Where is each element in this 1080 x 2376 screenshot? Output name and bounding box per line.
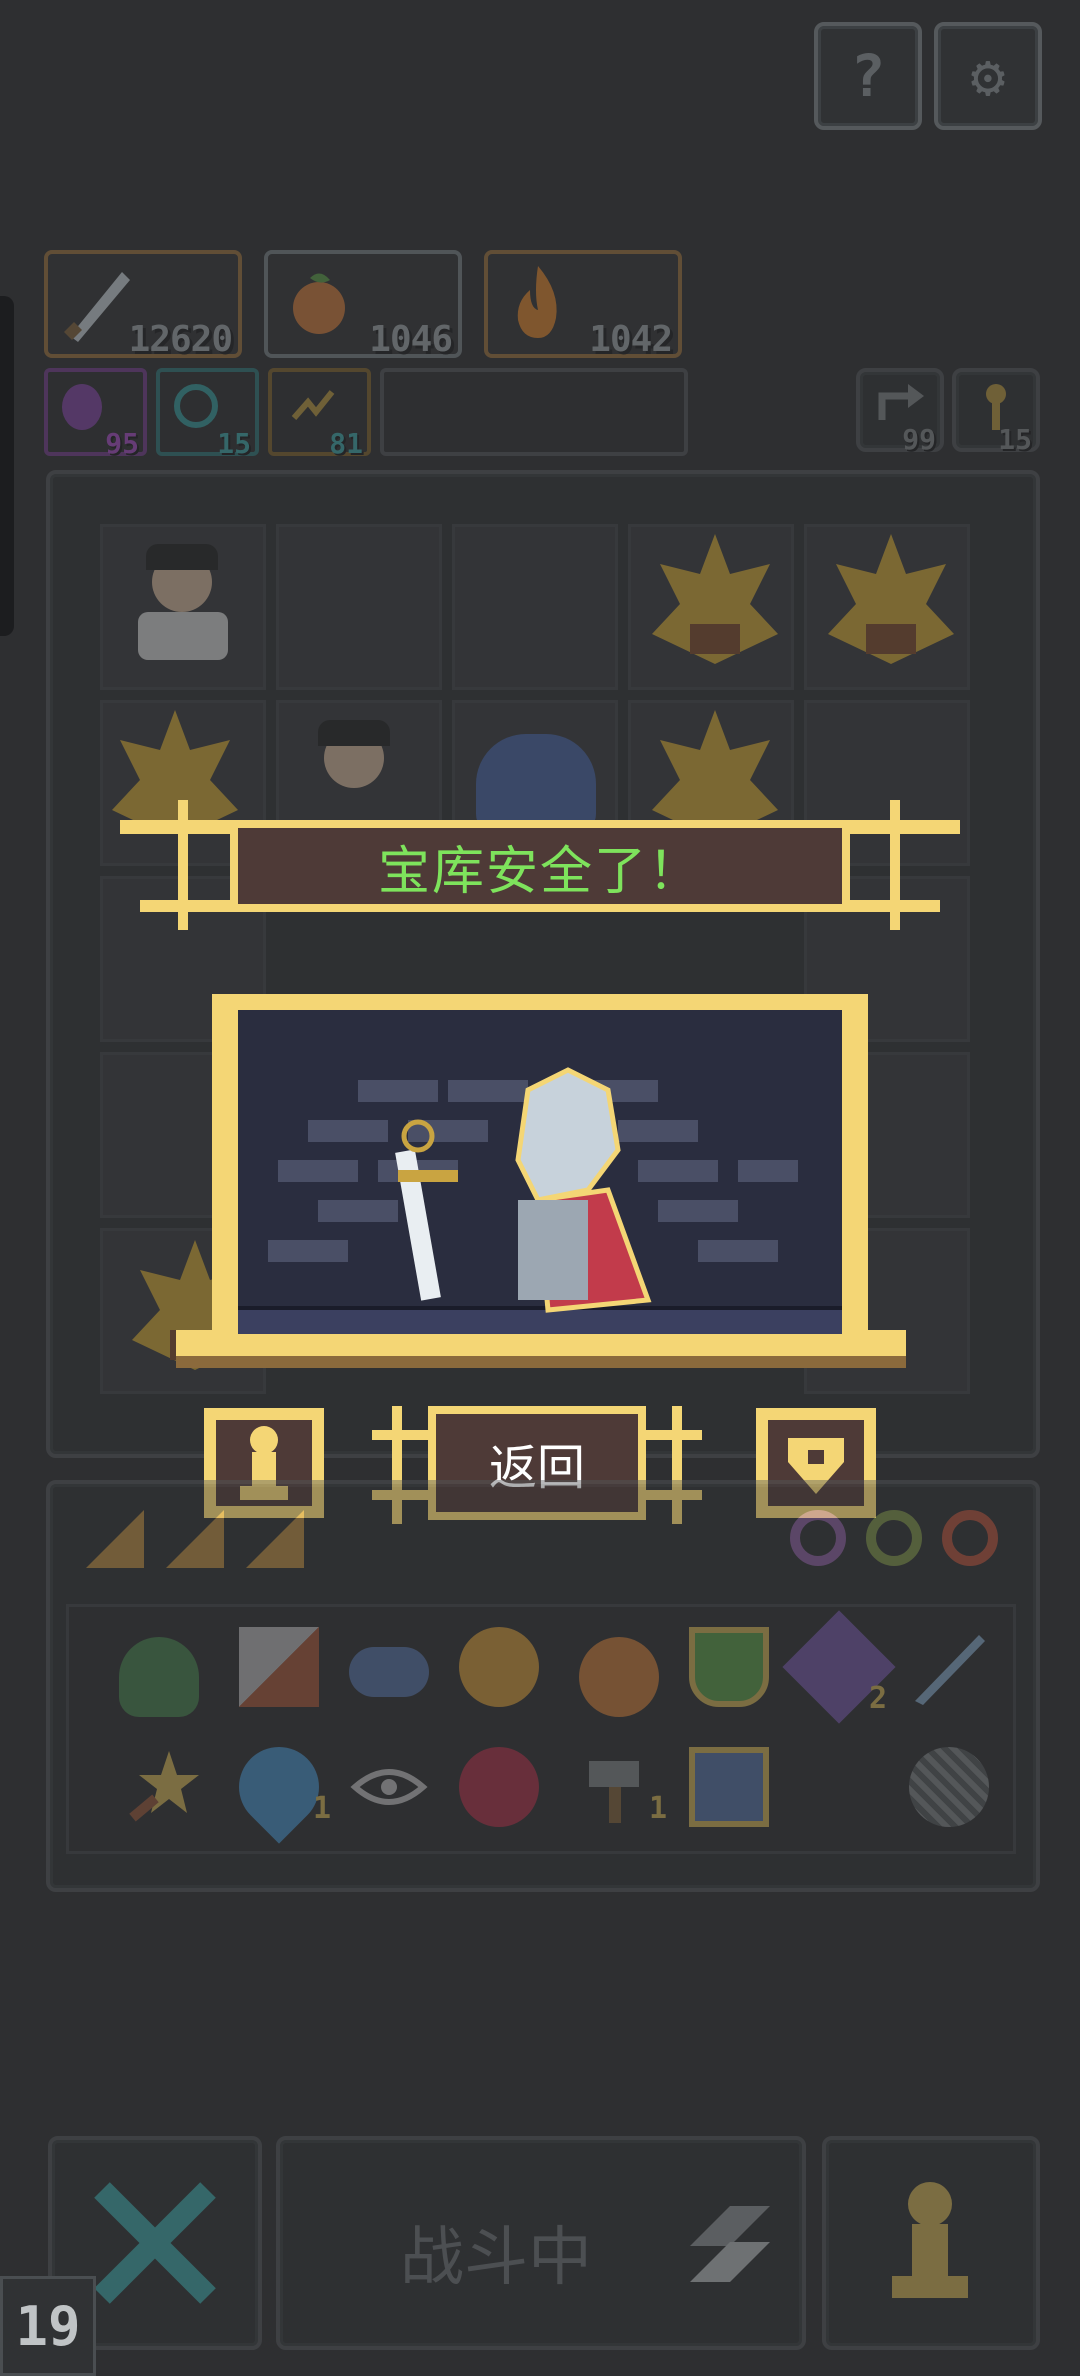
water-drop-count: 1 (313, 1791, 332, 1826)
purple-orb-icon (62, 384, 102, 430)
resource-bar: 12620 1046 1042 (44, 250, 684, 360)
sword-resource: 12620 (44, 250, 242, 360)
purple-ring-icon[interactable] (790, 1510, 846, 1566)
hair-icon (318, 720, 390, 746)
fruit-icon (293, 273, 345, 334)
lightning-slot: 81 (268, 368, 371, 460)
spiky-monster-icon[interactable] (650, 534, 780, 674)
purple-orb-value: 95 (105, 427, 139, 460)
return-value: 99 (902, 423, 936, 456)
triangle-icon[interactable] (160, 1504, 230, 1574)
mini-resource-bar: 95 15 81 (44, 368, 688, 460)
fruit-resource: 1046 (264, 250, 462, 360)
swap-arrow-icon (690, 2206, 770, 2282)
dagger-icon[interactable] (909, 1627, 989, 1707)
fruit-icon[interactable] (579, 1637, 659, 1717)
fire-value: 1042 (589, 319, 673, 360)
green-ring-icon[interactable] (866, 1510, 922, 1566)
pawn-action-button[interactable] (822, 2136, 1040, 2350)
ring-slots (790, 1504, 1010, 1584)
settings-button[interactable]: ⚙ (934, 22, 1042, 130)
potion-icon[interactable] (689, 1627, 769, 1707)
key-counter: 15 (952, 368, 1040, 456)
fire-icon (517, 266, 557, 338)
title-banner: 宝库安全了！ (120, 800, 960, 930)
mesh-ball-icon[interactable] (909, 1747, 989, 1827)
empty-status-slot (380, 368, 688, 456)
star-wand-icon[interactable] (119, 1747, 199, 1827)
red-ring-icon[interactable] (942, 1510, 998, 1566)
banner-panel: 宝库安全了！ (230, 820, 850, 912)
inventory-panel: 2 1 1 (46, 1480, 1040, 1892)
goggles-icon[interactable] (349, 1647, 429, 1697)
hair-icon (146, 544, 218, 570)
crystal-ball-icon[interactable] (459, 1747, 539, 1827)
slot-row-top (80, 1504, 380, 1584)
honey-pot-icon[interactable] (459, 1627, 539, 1707)
water-drop-icon[interactable] (222, 1730, 336, 1844)
helmet-icon[interactable] (119, 1637, 199, 1717)
board-cell[interactable] (276, 524, 442, 690)
chest-armor-icon[interactable] (689, 1747, 769, 1827)
lightning-value: 81 (329, 427, 363, 460)
counter-group: 99 15 (856, 368, 1040, 458)
return-counter: 99 (856, 368, 944, 456)
board-cell[interactable] (452, 524, 618, 690)
close-icon (94, 2182, 216, 2304)
scholar-unit[interactable] (128, 544, 238, 664)
spiral-icon (174, 384, 218, 428)
triangle-icon[interactable] (240, 1504, 310, 1574)
spiky-monster-icon[interactable] (826, 534, 956, 674)
robe-icon (138, 612, 228, 660)
trident-count: 2 (869, 1681, 888, 1716)
gear-icon: ⚙ (970, 42, 1006, 110)
scroll-icon[interactable] (239, 1627, 319, 1707)
dialog-title: 宝库安全了！ (377, 841, 702, 902)
battle-status: 战斗中 (400, 2221, 592, 2295)
eye-glyph-icon[interactable] (349, 1757, 429, 1817)
purple-orb-slot: 95 (44, 368, 147, 460)
side-drawer-handle[interactable] (0, 296, 14, 636)
hammer-count: 1 (649, 1791, 668, 1826)
pawn-icon (892, 2182, 968, 2298)
reward-scene (238, 1010, 842, 1334)
hammer-icon[interactable] (579, 1747, 659, 1827)
frame-counter: 19 (0, 2276, 96, 2376)
inventory-grid: 2 1 1 (66, 1604, 1016, 1854)
teal-spiral-slot: 15 (156, 368, 259, 460)
battle-button[interactable]: 战斗中 (276, 2136, 806, 2350)
reward-frame (176, 994, 906, 1376)
sword-value: 12620 (128, 319, 233, 360)
teal-spiral-value: 15 (217, 427, 251, 460)
help-button[interactable]: ? (814, 22, 922, 130)
fire-resource: 1042 (484, 250, 682, 360)
key-value: 15 (998, 423, 1032, 456)
lightning-icon (291, 390, 335, 420)
knight-icon (395, 1067, 652, 1313)
sword-icon (64, 272, 130, 342)
fruit-value: 1046 (369, 319, 453, 360)
triangle-icon[interactable] (80, 1504, 150, 1574)
question-icon: ? (850, 42, 886, 110)
frame-counter-value: 19 (15, 2294, 81, 2358)
